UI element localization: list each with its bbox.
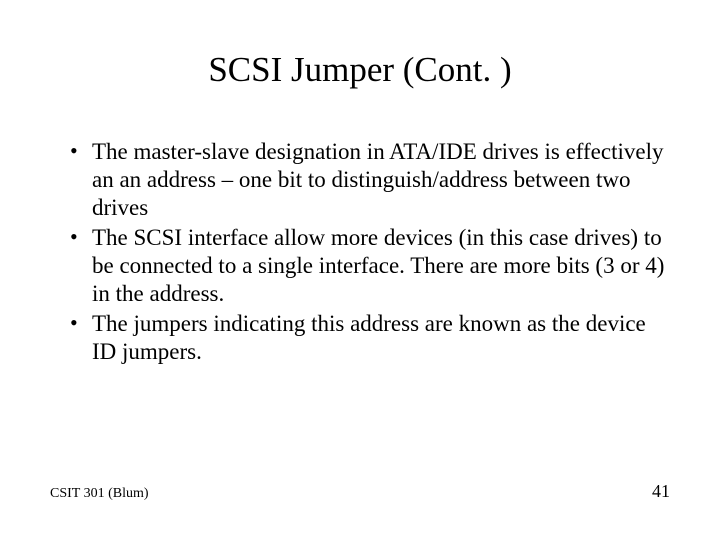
bullet-list: The master-slave designation in ATA/IDE … <box>50 138 670 366</box>
list-item: The SCSI interface allow more devices (i… <box>70 224 670 308</box>
slide-title: SCSI Jumper (Cont. ) <box>50 50 670 90</box>
slide: SCSI Jumper (Cont. ) The master-slave de… <box>0 0 720 540</box>
footer-course: CSIT 301 (Blum) <box>50 486 149 502</box>
list-item: The jumpers indicating this address are … <box>70 310 670 366</box>
footer-page-number: 41 <box>652 481 670 502</box>
list-item: The master-slave designation in ATA/IDE … <box>70 138 670 222</box>
